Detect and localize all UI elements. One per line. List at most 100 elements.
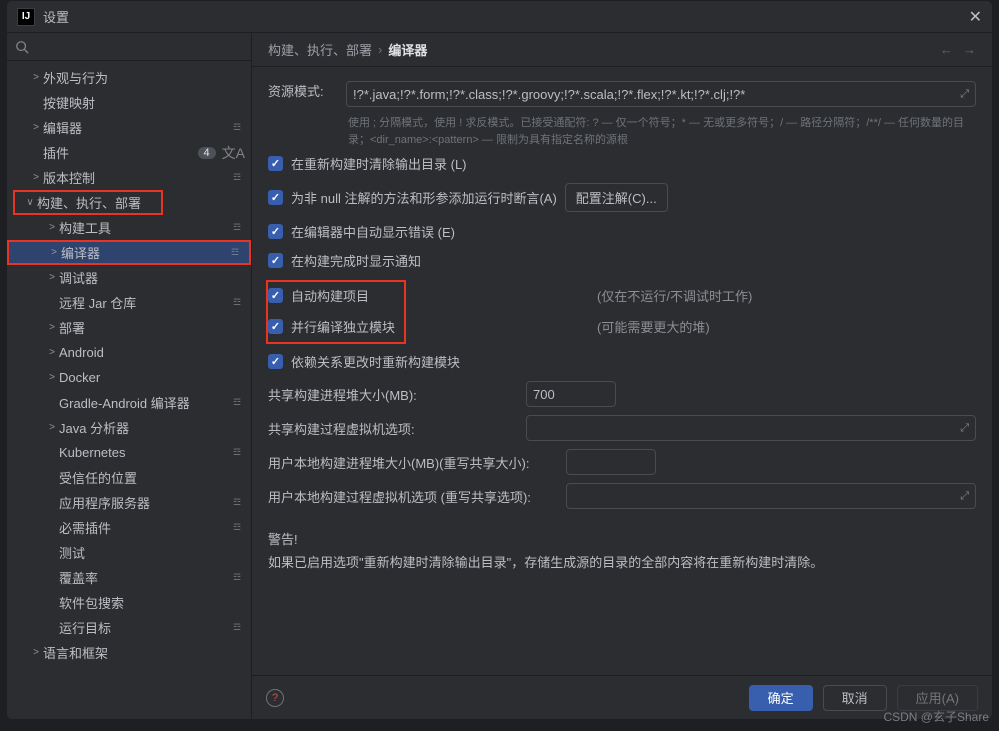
- tree-item-4[interactable]: >版本控制☲: [7, 165, 251, 190]
- chevron-icon: >: [45, 347, 59, 358]
- tree-item-10[interactable]: >部署: [7, 315, 251, 340]
- local-vm-input[interactable]: ⤢: [566, 483, 976, 509]
- cancel-button[interactable]: 取消: [823, 685, 887, 711]
- project-scope-icon: ☲: [229, 296, 245, 310]
- tree-item-23[interactable]: >语言和框架: [7, 640, 251, 665]
- highlighted-checkboxes: 自动构建项目 (仅在不运行/不调试时工作) 并行编译独立模块 (可能需要更大的堆…: [266, 280, 406, 344]
- project-scope-icon: ☲: [229, 571, 245, 585]
- badge: 4: [198, 147, 216, 159]
- tree-item-label: 插件: [43, 143, 198, 162]
- help-icon[interactable]: ?: [266, 689, 284, 707]
- chevron-icon: >: [29, 72, 43, 83]
- parallel-compile-checkbox[interactable]: [268, 319, 283, 334]
- tree-item-label: Kubernetes: [59, 445, 229, 460]
- heap-size-input[interactable]: [526, 381, 616, 407]
- tree-item-label: Android: [59, 345, 245, 360]
- tree-item-12[interactable]: >Docker: [7, 365, 251, 390]
- tree-item-22[interactable]: 运行目标☲: [7, 615, 251, 640]
- chevron-icon: >: [45, 272, 59, 283]
- tree-item-label: Java 分析器: [59, 418, 245, 437]
- tree-item-13[interactable]: Gradle-Android 编译器☲: [7, 390, 251, 415]
- rebuild-deps-label: 依赖关系更改时重新构建模块: [291, 352, 460, 371]
- tree-item-1[interactable]: 按键映射: [7, 90, 251, 115]
- notify-label: 在构建完成时显示通知: [291, 251, 421, 270]
- auto-build-checkbox[interactable]: [268, 288, 283, 303]
- lang-icon: 文A: [222, 143, 245, 163]
- tree-item-2[interactable]: >编辑器☲: [7, 115, 251, 140]
- auto-build-label: 自动构建项目: [291, 286, 369, 305]
- tree-item-label: 构建、执行、部署: [37, 193, 155, 212]
- sidebar: >外观与行为按键映射>编辑器☲插件4文A>版本控制☲∨构建、执行、部署>构建工具…: [7, 33, 252, 719]
- tree-item-label: Gradle-Android 编译器: [59, 393, 229, 412]
- project-scope-icon: ☲: [227, 246, 243, 260]
- tree-item-18[interactable]: 必需插件☲: [7, 515, 251, 540]
- close-icon[interactable]: ✕: [969, 7, 982, 27]
- search-box[interactable]: [7, 33, 251, 61]
- project-scope-icon: ☲: [229, 496, 245, 510]
- expand-icon[interactable]: ⤢: [960, 422, 969, 435]
- tree-item-16[interactable]: 受信任的位置: [7, 465, 251, 490]
- footer: ? 确定 取消 应用(A): [252, 675, 992, 719]
- tree-item-label: 应用程序服务器: [59, 493, 229, 512]
- vm-options-label: 共享构建过程虚拟机选项:: [268, 419, 518, 438]
- tree-item-8[interactable]: >调试器: [7, 265, 251, 290]
- chevron-icon: >: [29, 647, 43, 658]
- tree-item-label: 软件包搜索: [59, 593, 245, 612]
- main-panel: 构建、执行、部署 › 编译器 ← → 资源模式: !?*.java;!?*.fo…: [252, 33, 992, 719]
- app-icon: IJ: [17, 8, 35, 26]
- local-heap-input[interactable]: [566, 449, 656, 475]
- expand-icon[interactable]: ⤢: [960, 88, 969, 101]
- tree-item-5[interactable]: ∨构建、执行、部署: [13, 190, 163, 215]
- warning-block: 警告! 如果已启用选项"重新构建时清除输出目录"，存储生成源的目录的全部内容将在…: [268, 529, 976, 571]
- tree-item-label: 版本控制: [43, 168, 229, 187]
- tree-item-15[interactable]: Kubernetes☲: [7, 440, 251, 465]
- project-scope-icon: ☲: [229, 621, 245, 635]
- tree-item-14[interactable]: >Java 分析器: [7, 415, 251, 440]
- chevron-right-icon: ›: [378, 42, 382, 57]
- clear-output-label: 在重新构建时清除输出目录 (L): [291, 154, 467, 173]
- auto-build-note: (仅在不运行/不调试时工作): [597, 286, 752, 305]
- heap-size-label: 共享构建进程堆大小(MB):: [268, 385, 518, 404]
- chevron-icon: >: [45, 322, 59, 333]
- search-icon: [15, 40, 29, 54]
- chevron-icon: ∨: [23, 197, 37, 208]
- expand-icon[interactable]: ⤢: [960, 490, 969, 503]
- parallel-compile-note: (可能需要更大的堆): [597, 317, 710, 336]
- tree-item-label: 测试: [59, 543, 245, 562]
- tree-item-21[interactable]: 软件包搜索: [7, 590, 251, 615]
- warning-body: 如果已启用选项"重新构建时清除输出目录"，存储生成源的目录的全部内容将在重新构建…: [268, 552, 976, 571]
- tree-item-3[interactable]: 插件4 文A: [7, 140, 251, 165]
- settings-tree: >外观与行为按键映射>编辑器☲插件4文A>版本控制☲∨构建、执行、部署>构建工具…: [7, 61, 251, 719]
- apply-button[interactable]: 应用(A): [897, 685, 978, 711]
- tree-item-7[interactable]: >编译器☲: [7, 240, 251, 265]
- forward-icon[interactable]: →: [963, 42, 976, 57]
- ok-button[interactable]: 确定: [749, 685, 813, 711]
- rebuild-deps-checkbox[interactable]: [268, 354, 283, 369]
- clear-output-checkbox[interactable]: [268, 156, 283, 171]
- chevron-icon: >: [45, 222, 59, 233]
- breadcrumb-parent[interactable]: 构建、执行、部署: [268, 40, 372, 59]
- tree-item-19[interactable]: 测试: [7, 540, 251, 565]
- back-icon[interactable]: ←: [940, 42, 953, 57]
- chevron-icon: >: [29, 172, 43, 183]
- tree-item-11[interactable]: >Android: [7, 340, 251, 365]
- resource-pattern-input[interactable]: !?*.java;!?*.form;!?*.class;!?*.groovy;!…: [346, 81, 976, 107]
- tree-item-0[interactable]: >外观与行为: [7, 65, 251, 90]
- parallel-compile-label: 并行编译独立模块: [291, 317, 395, 336]
- tree-item-label: 编辑器: [43, 118, 229, 137]
- project-scope-icon: ☲: [229, 121, 245, 135]
- search-input[interactable]: [35, 39, 243, 54]
- project-scope-icon: ☲: [229, 396, 245, 410]
- configure-annotations-button[interactable]: 配置注解(C)...: [565, 183, 668, 212]
- tree-item-6[interactable]: >构建工具☲: [7, 215, 251, 240]
- project-scope-icon: ☲: [229, 171, 245, 185]
- tree-item-20[interactable]: 覆盖率☲: [7, 565, 251, 590]
- null-assert-checkbox[interactable]: [268, 190, 283, 205]
- show-errors-checkbox[interactable]: [268, 224, 283, 239]
- tree-item-9[interactable]: 远程 Jar 仓库☲: [7, 290, 251, 315]
- tree-item-17[interactable]: 应用程序服务器☲: [7, 490, 251, 515]
- notify-checkbox[interactable]: [268, 253, 283, 268]
- tree-item-label: 必需插件: [59, 518, 229, 537]
- project-scope-icon: ☲: [229, 521, 245, 535]
- vm-options-input[interactable]: ⤢: [526, 415, 976, 441]
